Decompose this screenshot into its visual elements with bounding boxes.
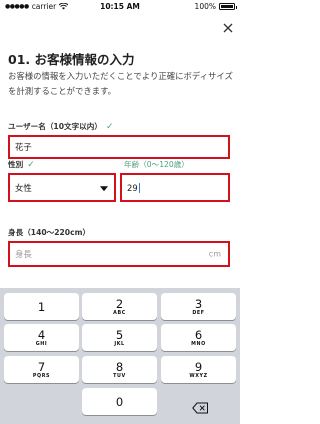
key-digit: 0 <box>115 394 124 409</box>
height-unit: cm <box>208 249 221 259</box>
username-field[interactable]: 花子 <box>8 135 230 159</box>
height-field[interactable]: cm <box>8 241 230 267</box>
battery-fill <box>221 5 233 8</box>
text-cursor <box>138 182 140 193</box>
key-7[interactable]: 7 PQRS <box>4 356 79 383</box>
key-letters: JKL <box>114 341 125 347</box>
key-2[interactable]: 2 ABC <box>82 293 157 320</box>
key-letters: WXYZ <box>189 373 208 379</box>
battery-percent: 100% <box>194 2 216 11</box>
key-8[interactable]: 8 TUV <box>82 356 157 383</box>
close-button[interactable] <box>220 20 236 36</box>
height-input[interactable] <box>15 249 228 259</box>
page-description: お客様の情報を入力いただくことでより正確にボディサイズを計測することができます。 <box>8 71 233 96</box>
gender-value: 女性 <box>15 182 32 193</box>
key-6[interactable]: 6 MNO <box>161 324 236 351</box>
username-label-row: ユーザー名（10文字以内） ✓ <box>8 121 114 132</box>
close-icon <box>223 23 233 33</box>
key-letters: PQRS <box>32 373 51 379</box>
username-value: 花子 <box>15 142 32 152</box>
key-letters: TUV <box>113 373 126 379</box>
key-5[interactable]: 5 JKL <box>82 324 157 351</box>
key-digit: 9 <box>194 359 203 374</box>
status-bar: ●●●●● carrier 10:15 AM 100% <box>0 0 240 14</box>
username-label: ユーザー名（10文字以内） <box>8 122 102 131</box>
key-digit: 4 <box>37 327 46 342</box>
age-value: 29 <box>127 182 138 193</box>
key-0[interactable]: 0 <box>82 388 157 415</box>
age-label-row: 年齢（0〜120歳） <box>124 159 189 170</box>
checkmark-icon: ✓ <box>27 159 35 170</box>
status-right: 100% <box>194 2 237 11</box>
height-label-row: 身長（140〜220cm） <box>8 227 90 238</box>
gender-label-row: 性別 ✓ <box>8 159 35 170</box>
page-title: 01. お客様情報の入力 <box>8 52 135 67</box>
key-digit: 2 <box>115 296 124 311</box>
gender-label: 性別 <box>8 160 24 169</box>
key-letters: ABC <box>113 310 126 316</box>
key-letters: MNO <box>191 341 206 347</box>
key-9[interactable]: 9 WXYZ <box>161 356 236 383</box>
key-digit: 6 <box>194 327 203 342</box>
chevron-down-icon <box>100 185 108 191</box>
key-3[interactable]: 3 DEF <box>161 293 236 320</box>
key-digit: 7 <box>37 359 46 374</box>
key-1[interactable]: 1 <box>4 293 79 320</box>
backspace-icon <box>191 402 208 413</box>
key-digit: 3 <box>194 296 203 311</box>
checkmark-icon: ✓ <box>105 121 114 132</box>
key-digit: 8 <box>115 359 124 374</box>
height-label: 身長（140〜220cm） <box>8 228 91 237</box>
key-digit: 1 <box>37 299 46 314</box>
key-letters: GHI <box>35 341 48 347</box>
key-4[interactable]: 4 GHI <box>4 324 79 351</box>
delete-key[interactable] <box>165 395 235 420</box>
key-digit: 5 <box>115 327 124 342</box>
age-field[interactable]: 29 <box>120 173 230 202</box>
age-label: 年齢（0〜120歳） <box>124 160 189 169</box>
key-letters: DEF <box>192 310 205 316</box>
numeric-keyboard: 1 2 ABC 3 DEF 4 GHI 5 JKL 6 MNO 7 PQRS 8 TUV 9 WXYZ 0 <box>0 288 240 424</box>
battery-icon <box>219 3 237 10</box>
gender-select[interactable]: 女性 <box>8 173 116 202</box>
